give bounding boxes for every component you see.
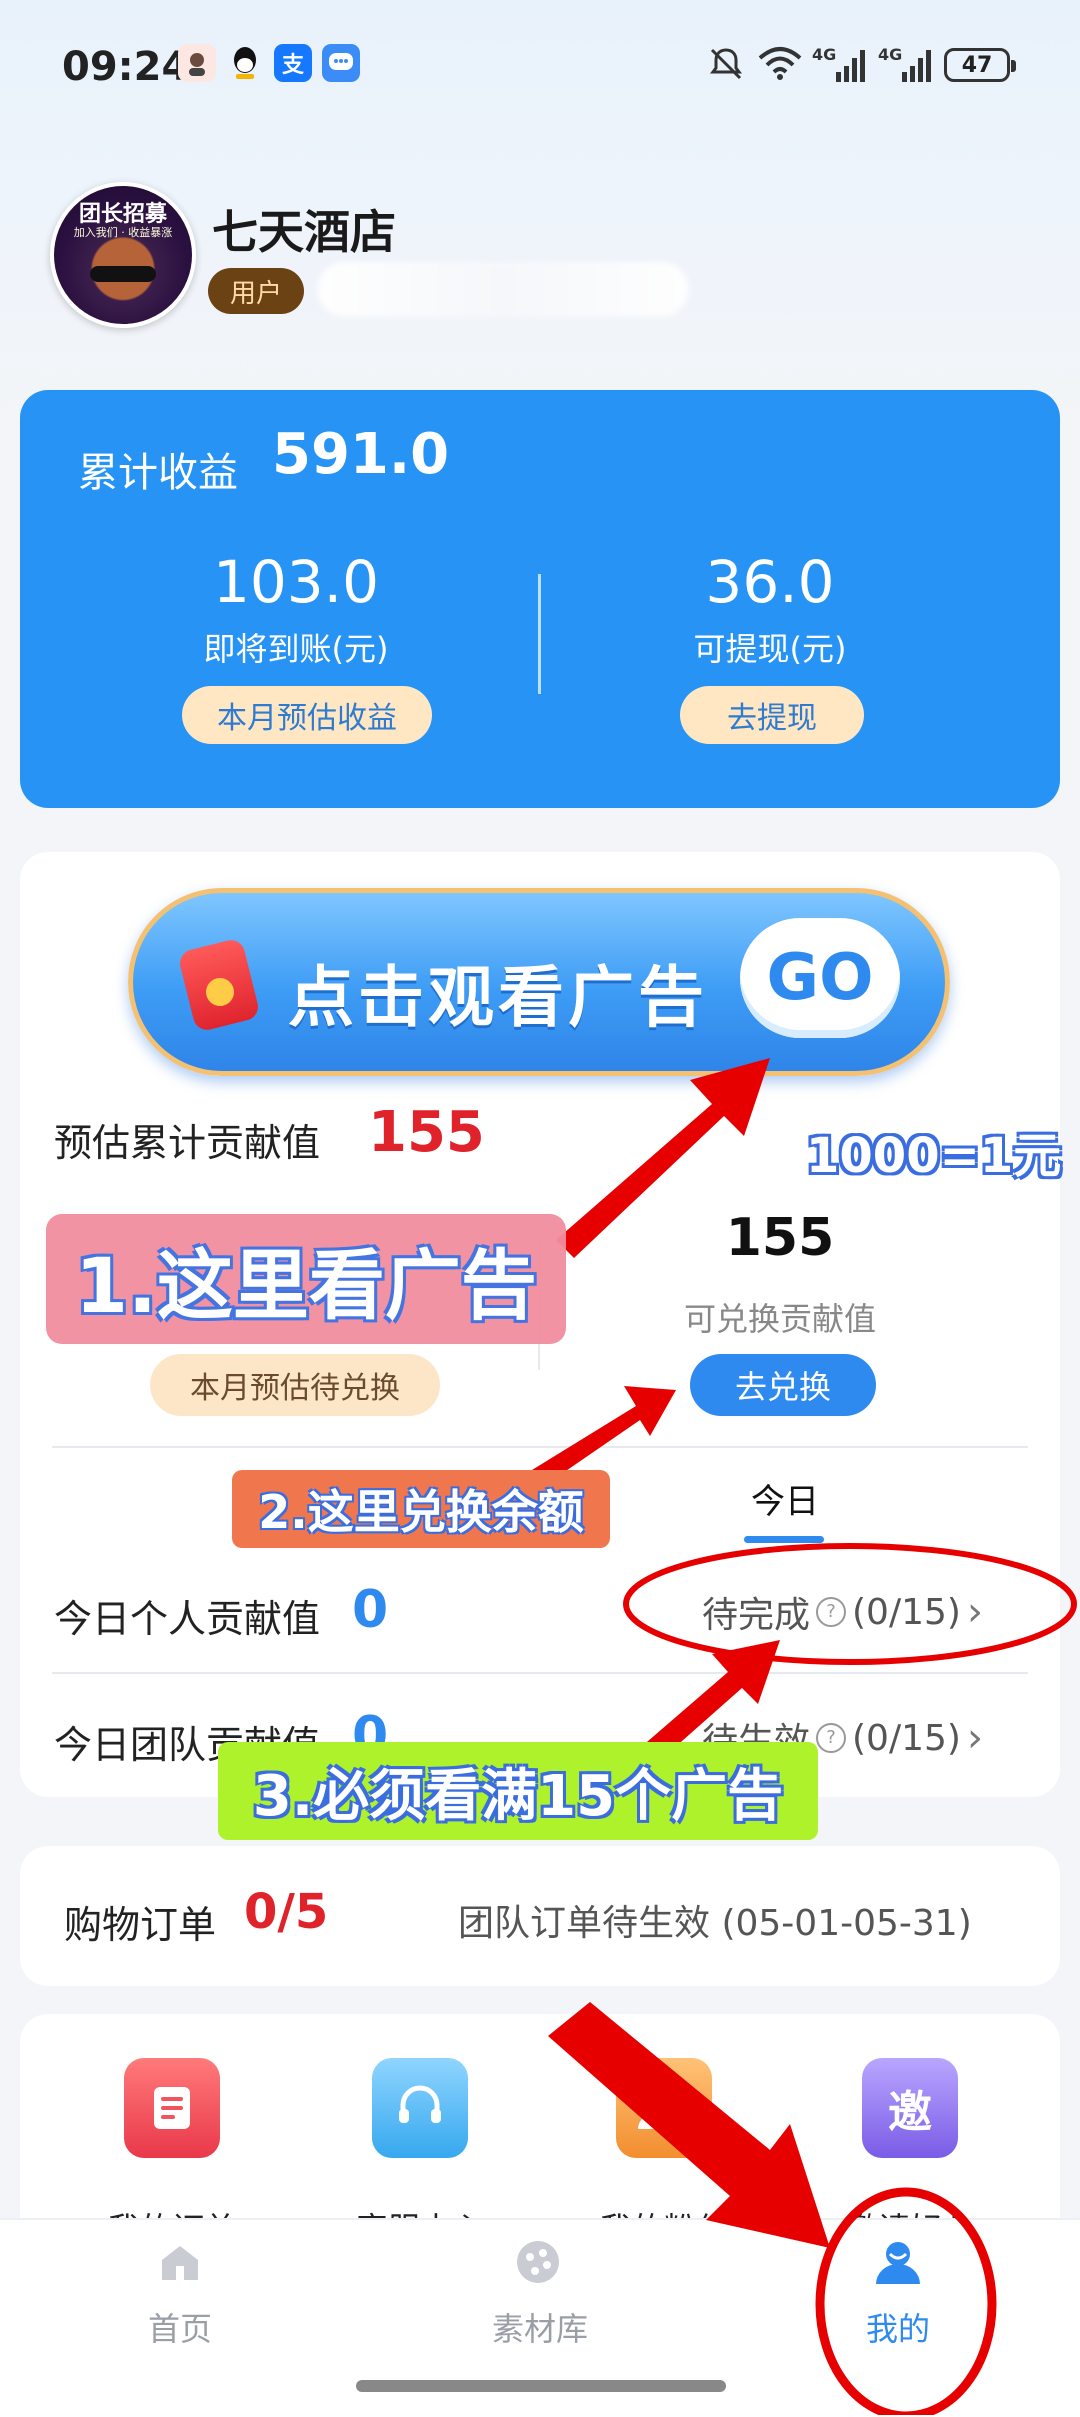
annotation-step-1: 1.这里看广告: [46, 1214, 566, 1344]
annotation-ratio: 1000=1元: [806, 1128, 1062, 1184]
annotation-circle: [815, 2187, 997, 2415]
annotation-step-3: 3.必须看满15个广告: [218, 1742, 818, 1840]
annotation-circle: [623, 1543, 1077, 1665]
annotation-step-2: 2.这里兑换余额: [232, 1470, 610, 1548]
annotation-layer: [532, 1058, 1077, 2415]
annotation-arrow: [556, 1058, 770, 1258]
annotation-arrow: [548, 2002, 830, 2248]
